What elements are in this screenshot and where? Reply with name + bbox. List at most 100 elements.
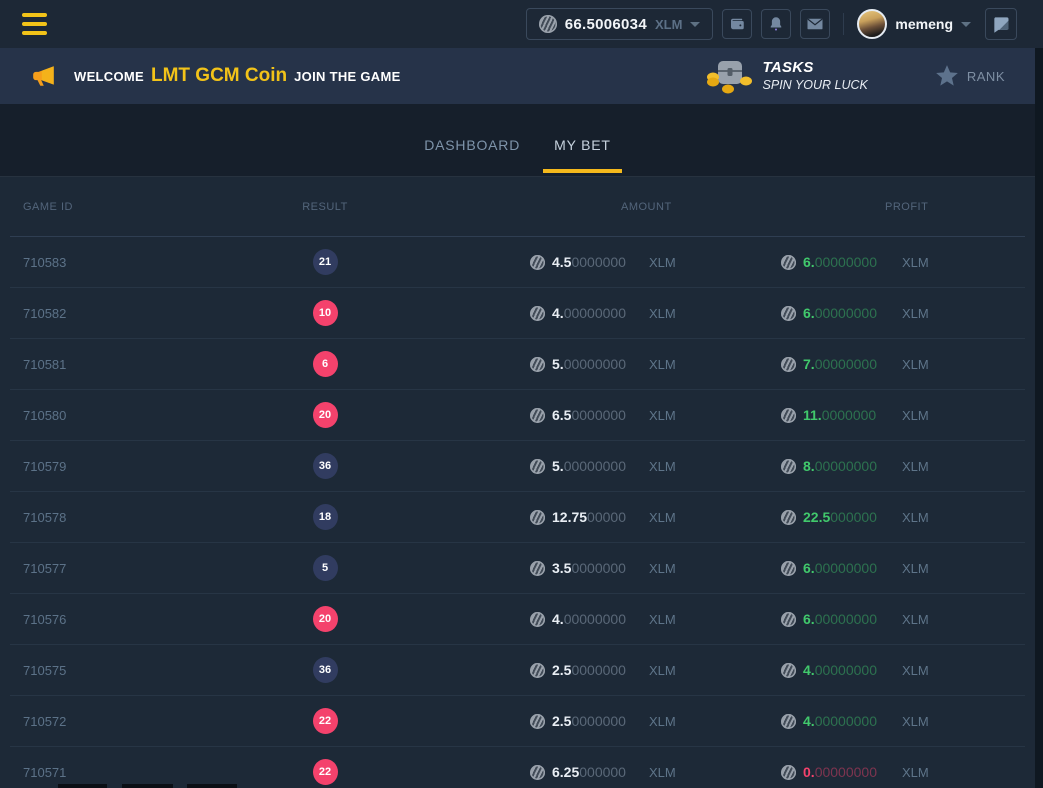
messages-button[interactable] [800, 9, 830, 39]
announcement-banner: WELCOME LMT GCM Coin JOIN THE GAME TASKS… [0, 48, 1035, 104]
tab-dashboard[interactable]: DASHBOARD [413, 114, 531, 176]
amount-unit: XLM [649, 255, 676, 270]
rank-label: RANK [967, 69, 1005, 84]
amount-zeros: 000000 [579, 764, 626, 780]
my-bet-table: GAME ID RESULT AMOUNT PROFIT 710583 21 4… [0, 177, 1035, 788]
hamburger-menu-icon[interactable] [22, 13, 47, 35]
xlm-coin-icon [530, 357, 545, 372]
table-row: 710579 36 5.00000000 XLM 8.00000000 XLM [10, 441, 1025, 492]
xlm-coin-icon [530, 612, 545, 627]
amount-unit: XLM [649, 714, 676, 729]
profit-unit: XLM [902, 510, 929, 525]
amount-cell: 5.00000000 XLM [420, 356, 750, 372]
treasure-chest-icon [705, 56, 753, 96]
amount-value: 5.00000000 [552, 356, 642, 372]
profit-value: 8.00000000 [803, 458, 895, 474]
game-id: 710579 [10, 459, 230, 474]
tab-my-bet[interactable]: MY BET [543, 114, 622, 176]
amount-value: 4.50000000 [552, 254, 642, 270]
amount-main: 4.5 [552, 254, 571, 270]
amount-main: 5. [552, 458, 564, 474]
amount-value: 4.00000000 [552, 305, 642, 321]
chat-toggle-button[interactable] [985, 8, 1017, 40]
profit-cell: 8.00000000 XLM [750, 458, 1025, 474]
profit-zeros: 00000000 [815, 458, 877, 474]
amount-unit: XLM [649, 561, 676, 576]
profit-value: 6.00000000 [803, 254, 895, 270]
table-row: 710575 36 2.50000000 XLM 4.00000000 XLM [10, 645, 1025, 696]
xlm-coin-icon [781, 357, 796, 372]
table-row: 710583 21 4.50000000 XLM 6.00000000 XLM [10, 237, 1025, 288]
tasks-shortcut[interactable]: TASKS SPIN YOUR LUCK [705, 56, 868, 96]
game-id: 710582 [10, 306, 230, 321]
profit-main: 6. [803, 254, 815, 270]
result-badge: 5 [313, 555, 338, 581]
table-row: 710580 20 6.50000000 XLM 11.0000000 XLM [10, 390, 1025, 441]
xlm-coin-icon [781, 612, 796, 627]
cutoff-element [122, 784, 173, 788]
amount-cell: 3.50000000 XLM [420, 560, 750, 576]
profit-value: 6.00000000 [803, 560, 895, 576]
right-panel-edge [1035, 48, 1043, 788]
profit-value: 7.00000000 [803, 356, 895, 372]
profit-main: 6. [803, 560, 815, 576]
amount-value: 5.00000000 [552, 458, 642, 474]
result-badge: 36 [313, 657, 338, 683]
xlm-coin-icon [530, 459, 545, 474]
profit-main: 4. [803, 713, 815, 729]
game-id: 710576 [10, 612, 230, 627]
profit-cell: 6.00000000 XLM [750, 254, 1025, 270]
amount-zeros: 00000 [587, 509, 626, 525]
profit-value: 11.0000000 [803, 407, 895, 423]
profit-zeros: 00000000 [815, 611, 877, 627]
amount-main: 4. [552, 305, 564, 321]
profit-cell: 0.00000000 XLM [750, 764, 1025, 780]
table-row: 710571 22 6.25000000 XLM 0.00000000 XLM [10, 747, 1025, 788]
amount-cell: 6.50000000 XLM [420, 407, 750, 423]
xlm-coin-icon [781, 765, 796, 780]
mail-icon [806, 15, 824, 33]
result-badge: 22 [313, 708, 338, 734]
top-bar: 66.5006034 XLM memeng [0, 0, 1043, 48]
amount-cell: 6.25000000 XLM [420, 764, 750, 780]
balance-selector[interactable]: 66.5006034 XLM [526, 8, 714, 40]
xlm-coin-icon [781, 510, 796, 525]
xlm-coin-icon [781, 408, 796, 423]
profit-zeros: 00000000 [815, 560, 877, 576]
profit-cell: 11.0000000 XLM [750, 407, 1025, 423]
result-badge: 20 [313, 402, 338, 428]
result-badge: 22 [313, 759, 338, 785]
amount-value: 2.50000000 [552, 662, 642, 678]
amount-main: 12.75 [552, 509, 587, 525]
game-id: 710577 [10, 561, 230, 576]
amount-cell: 12.7500000 XLM [420, 509, 750, 525]
profit-unit: XLM [902, 408, 929, 423]
xlm-coin-icon [530, 765, 545, 780]
profit-zeros: 0000000 [822, 407, 877, 423]
profit-unit: XLM [902, 459, 929, 474]
user-menu[interactable]: memeng [857, 9, 971, 39]
result-badge: 20 [313, 606, 338, 632]
user-avatar [857, 9, 887, 39]
result-badge: 18 [313, 504, 338, 530]
xlm-coin-icon [530, 306, 545, 321]
profit-cell: 6.00000000 XLM [750, 305, 1025, 321]
amount-value: 6.50000000 [552, 407, 642, 423]
table-row: 710576 20 4.00000000 XLM 6.00000000 XLM [10, 594, 1025, 645]
notifications-button[interactable] [761, 9, 791, 39]
table-body: 710583 21 4.50000000 XLM 6.00000000 XLM … [10, 237, 1025, 788]
amount-zeros: 00000000 [564, 305, 626, 321]
wallet-button[interactable] [722, 9, 752, 39]
amount-unit: XLM [649, 408, 676, 423]
amount-cell: 4.00000000 XLM [420, 611, 750, 627]
amount-unit: XLM [649, 765, 676, 780]
table-header: GAME ID RESULT AMOUNT PROFIT [10, 177, 1025, 237]
profit-cell: 6.00000000 XLM [750, 560, 1025, 576]
amount-main: 5. [552, 356, 564, 372]
amount-unit: XLM [649, 510, 676, 525]
rank-shortcut[interactable]: RANK [934, 63, 1005, 89]
profit-zeros: 000000 [830, 509, 877, 525]
profit-zeros: 00000000 [815, 713, 877, 729]
amount-zeros: 0000000 [571, 662, 626, 678]
amount-main: 6.25 [552, 764, 579, 780]
